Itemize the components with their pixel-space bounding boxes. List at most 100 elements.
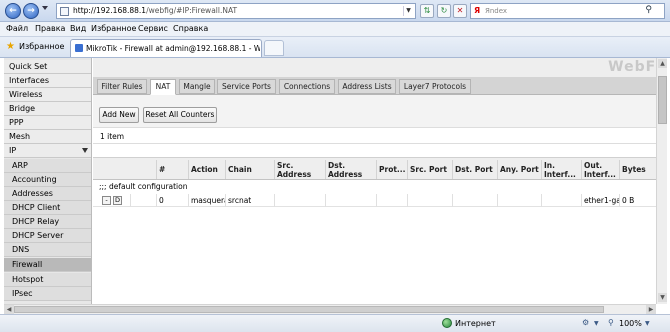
- zoom-level[interactable]: 100%: [619, 319, 642, 328]
- menu-bar: Файл Правка Вид Избранное Сервис Справка: [0, 22, 670, 37]
- sidebar-subitem-dhcp-relay[interactable]: DHCP Relay: [4, 215, 91, 229]
- item-count: 1 item: [93, 130, 656, 144]
- remove-button[interactable]: -: [102, 196, 111, 205]
- protected-dropdown-icon[interactable]: ▼: [594, 320, 599, 327]
- col-dst-port[interactable]: Dst. Port: [452, 160, 497, 179]
- horizontal-scrollbar[interactable]: ◀ ▶: [4, 304, 656, 314]
- cell-action: masquerade: [188, 194, 225, 207]
- status-bar: Интернет ⚙ ▼ ⚲ 100% ▼: [0, 314, 670, 332]
- favorites-star-icon[interactable]: ★: [6, 41, 15, 52]
- sidebar-subitem-accounting[interactable]: Accounting: [4, 173, 91, 187]
- vertical-scroll-thumb[interactable]: [658, 76, 667, 124]
- cell-bytes: 0 B: [619, 194, 656, 207]
- sidebar-item-ppp[interactable]: PPP: [4, 116, 91, 130]
- browser-tab-active[interactable]: MikroTik - Firewall at admin@192.168.88.…: [70, 39, 262, 57]
- tab-filter-rules[interactable]: Filter Rules: [97, 79, 147, 94]
- col-src-address[interactable]: Src. Address: [274, 160, 325, 179]
- col-in-interface[interactable]: In. Interf...: [541, 160, 581, 179]
- disable-button[interactable]: D: [113, 196, 122, 205]
- sidebar-item-ip[interactable]: IP: [4, 144, 91, 158]
- col-bytes[interactable]: Bytes: [619, 160, 656, 179]
- favorites-button[interactable]: Избранное: [19, 42, 64, 51]
- refresh-icon[interactable]: ↻: [437, 4, 451, 18]
- menu-tools[interactable]: Сервис: [138, 24, 168, 33]
- tabs-bar: ★ Избранное MikroTik - Firewall at admin…: [0, 37, 670, 58]
- webfig-sidebar: Quick Set Interfaces Wireless Bridge PPP…: [4, 58, 92, 304]
- reset-counters-button[interactable]: Reset All Counters: [143, 107, 217, 123]
- sidebar-item-wireless[interactable]: Wireless: [4, 88, 91, 102]
- sidebar-subitem-addresses[interactable]: Addresses: [4, 187, 91, 201]
- cell-src-address: [274, 194, 325, 207]
- tab-title: MikroTik - Firewall at admin@192.168.88.…: [86, 44, 260, 53]
- sidebar-subitem-dhcp-client[interactable]: DHCP Client: [4, 201, 91, 215]
- col-out-interface[interactable]: Out. Interf...: [581, 160, 619, 179]
- scroll-up-icon[interactable]: ▲: [658, 59, 667, 68]
- col-src-port[interactable]: Src. Port: [407, 160, 452, 179]
- webfig-logo: WebFi: [608, 59, 656, 75]
- tab-mangle[interactable]: Mangle: [179, 79, 215, 94]
- cell-in-interface: [541, 194, 581, 207]
- search-box[interactable]: Я Яndex ⚲: [470, 3, 665, 19]
- menu-favorites[interactable]: Избранное: [91, 24, 136, 33]
- col-action[interactable]: Action: [188, 160, 225, 179]
- url-text[interactable]: http://192.168.88.1/webfig/#IP:Firewall.…: [73, 6, 237, 15]
- col-any-port[interactable]: Any. Port: [497, 160, 541, 179]
- tab-nat[interactable]: NAT: [150, 79, 176, 95]
- search-placeholder: Яndex: [485, 7, 508, 15]
- history-dropdown-icon[interactable]: [42, 6, 48, 10]
- zoom-icon[interactable]: ⚲: [608, 318, 614, 327]
- scroll-left-icon[interactable]: ◀: [4, 305, 14, 314]
- protected-mode-icon[interactable]: ⚙: [582, 318, 589, 327]
- col-dst-address[interactable]: Dst. Address: [325, 160, 376, 179]
- sidebar-item-bridge[interactable]: Bridge: [4, 102, 91, 116]
- zoom-dropdown-icon[interactable]: ▼: [645, 320, 650, 327]
- new-tab-button[interactable]: [264, 40, 284, 56]
- tab-layer7-protocols[interactable]: Layer7 Protocols: [399, 79, 471, 94]
- address-bar[interactable]: http://192.168.88.1/webfig/#IP:Firewall.…: [56, 3, 416, 19]
- sidebar-subitem-ipsec[interactable]: IPsec: [4, 287, 91, 301]
- security-zone-label: Интернет: [455, 319, 496, 328]
- firewall-tabs: Filter Rules NAT Mangle Service Ports Co…: [93, 77, 656, 95]
- sidebar-subitem-hotspot[interactable]: Hotspot: [4, 273, 91, 287]
- back-button[interactable]: ←: [5, 3, 21, 19]
- cell-number: 0: [156, 194, 188, 207]
- tab-address-lists[interactable]: Address Lists: [338, 79, 396, 94]
- sidebar-subitem-dns[interactable]: DNS: [4, 243, 91, 257]
- col-protocol[interactable]: Prot...: [376, 160, 407, 179]
- cell-protocol: [376, 194, 407, 207]
- site-favicon-icon: [75, 44, 83, 52]
- vertical-scrollbar[interactable]: ▲ ▼: [656, 58, 667, 304]
- sidebar-subitem-arp[interactable]: ARP: [4, 159, 91, 173]
- cell-src-port: [407, 194, 452, 207]
- sidebar-subitem-firewall[interactable]: Firewall: [4, 258, 91, 272]
- search-icon[interactable]: ⚲: [645, 5, 652, 15]
- horizontal-scroll-thumb[interactable]: [14, 306, 604, 313]
- stop-icon[interactable]: ✕: [453, 4, 467, 18]
- compat-view-icon[interactable]: ⇅: [420, 4, 434, 18]
- sidebar-item-mesh[interactable]: Mesh: [4, 130, 91, 144]
- forward-button[interactable]: →: [23, 3, 39, 19]
- internet-zone-icon: [442, 318, 452, 328]
- col-empty: [130, 160, 156, 179]
- page-icon: [60, 7, 69, 16]
- tab-connections[interactable]: Connections: [279, 79, 335, 94]
- col-chain[interactable]: Chain: [225, 160, 274, 179]
- menu-edit[interactable]: Правка: [35, 24, 65, 33]
- brand-strip: WebFi: [93, 58, 656, 78]
- add-new-button[interactable]: Add New: [99, 107, 139, 123]
- table-row[interactable]: - D 0 masquerade srcnat ether1-gateway 0…: [93, 194, 656, 207]
- scroll-down-icon[interactable]: ▼: [658, 293, 667, 302]
- browser-toolbar: ← → http://192.168.88.1/webfig/#IP:Firew…: [0, 0, 670, 22]
- cell-dst-address: [325, 194, 376, 207]
- table-header: # Action Chain Src. Address Dst. Address…: [93, 157, 656, 180]
- sidebar-item-interfaces[interactable]: Interfaces: [4, 74, 91, 88]
- sidebar-subitem-dhcp-server[interactable]: DHCP Server: [4, 229, 91, 243]
- sidebar-item-quick-set[interactable]: Quick Set: [4, 60, 91, 74]
- menu-help[interactable]: Справка: [173, 24, 208, 33]
- address-dropdown-icon[interactable]: ▼: [403, 6, 413, 16]
- menu-file[interactable]: Файл: [6, 24, 28, 33]
- scroll-right-icon[interactable]: ▶: [646, 305, 656, 314]
- col-number[interactable]: #: [156, 160, 188, 179]
- tab-service-ports[interactable]: Service Ports: [217, 79, 276, 94]
- menu-view[interactable]: Вид: [70, 24, 86, 33]
